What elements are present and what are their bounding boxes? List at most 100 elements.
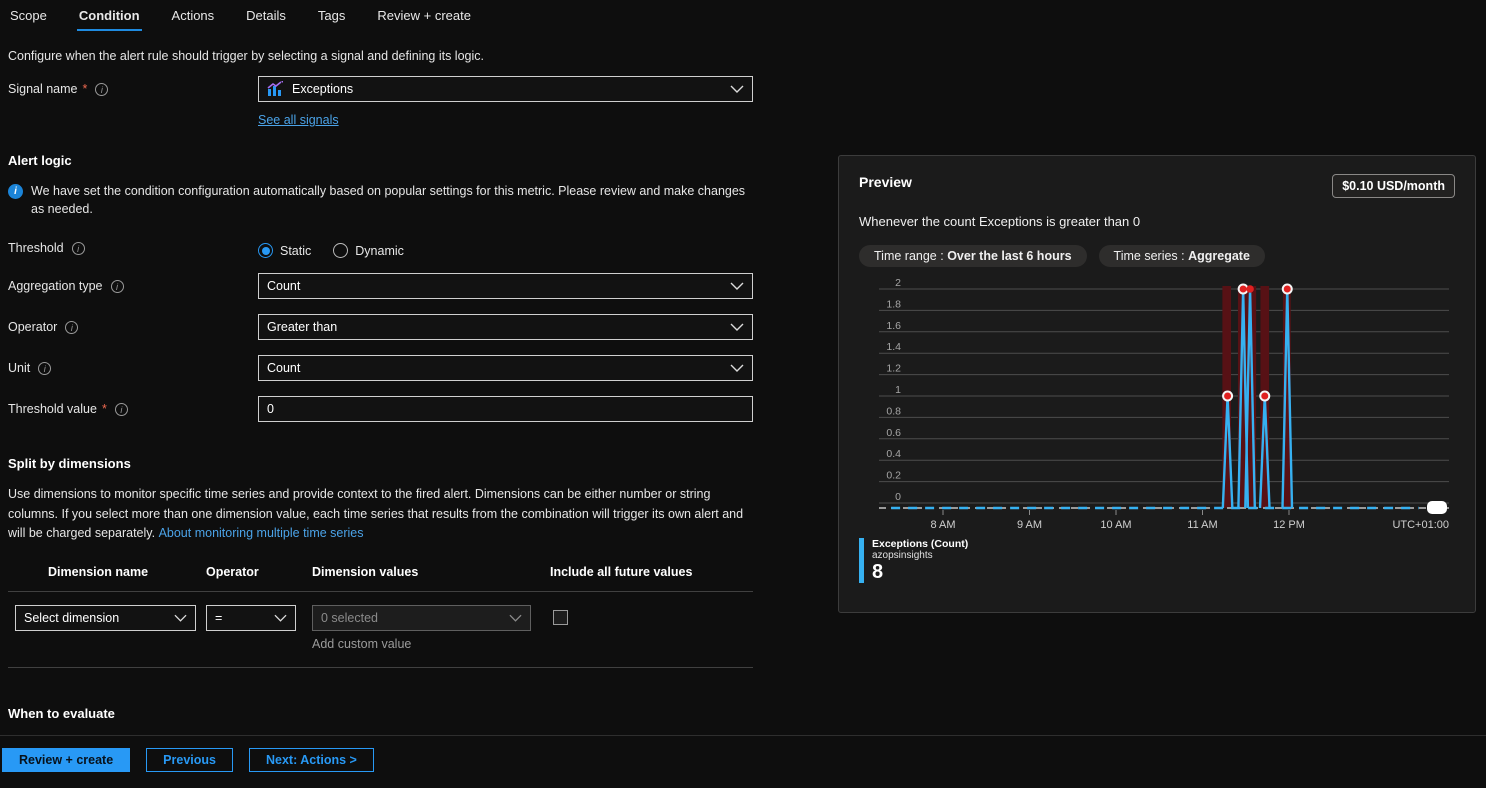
unit-label: Unit i [8,355,258,375]
aggregation-type-dropdown[interactable]: Count [258,273,753,299]
info-icon[interactable]: i [38,362,51,375]
y-tick-label: 0.2 [886,470,901,482]
dimension-operator-dropdown[interactable]: = [206,605,296,631]
legend-resource-name: azopsinsights [872,550,968,561]
page-description: Configure when the alert rule should tri… [0,31,1486,63]
y-tick-label: 1.4 [886,341,901,353]
chevron-down-icon [730,85,744,93]
next-actions-button[interactable]: Next: Actions > [249,748,374,772]
tab-strip: Scope Condition Actions Details Tags Review +… [0,0,1486,31]
x-tick-label: 12 PM [1273,519,1305,531]
x-tick-label: 8 AM [930,519,955,531]
data-point-marker [1246,285,1254,293]
info-note: i We have set the condition configuratio… [8,182,753,218]
info-icon[interactable]: i [65,321,78,334]
chip-time-series-[interactable]: Time series : Aggregate [1099,245,1265,267]
threshold-radio-static[interactable]: Static [258,243,311,258]
when-to-evaluate-heading: When to evaluate [8,706,753,721]
dimension-name-dropdown[interactable]: Select dimension [15,605,196,631]
chevron-down-icon [174,614,187,622]
preview-panel: Preview $0.10 USD/month Whenever the cou… [838,155,1476,613]
y-tick-label: 2 [895,277,901,289]
threshold-radio-dynamic[interactable]: Dynamic [333,243,404,258]
threshold-label: Threshold i [8,238,258,255]
previous-button[interactable]: Previous [146,748,233,772]
radio-label: Static [280,244,311,258]
legend-total-value: 8 [872,561,968,583]
metric-signal-icon [267,81,284,97]
divider [8,667,753,668]
time-scrub-handle[interactable] [1427,501,1447,514]
radio-icon [333,243,348,258]
data-point-marker [1223,392,1232,401]
tab-review-create[interactable]: Review + create [375,6,473,31]
y-tick-label: 0.6 [886,427,901,439]
required-asterisk: * [83,82,88,96]
add-custom-value-label[interactable]: Add custom value [312,637,550,651]
threshold-value-input[interactable]: 0 [258,396,753,422]
split-by-dimensions-heading: Split by dimensions [8,456,753,471]
timezone-label: UTC+01:00 [1392,519,1449,531]
see-all-signals-link[interactable]: See all signals [258,113,339,127]
x-tick-label: 11 AM [1187,519,1217,531]
y-tick-label: 1.6 [886,320,901,332]
radio-label: Dynamic [355,244,404,258]
tab-tags[interactable]: Tags [316,6,347,31]
metric-chart: 21.81.61.41.210.80.60.40.208 AM9 AM10 AM… [859,277,1455,536]
required-asterisk: * [102,402,107,416]
column-header-dimension-name: Dimension name [8,559,206,591]
data-point-marker [1260,392,1269,401]
column-header-include-all-future-values: Include all future values [550,559,753,591]
dimension-values-dropdown: 0 selected [312,605,531,631]
info-icon[interactable]: i [95,83,108,96]
y-tick-label: 1.8 [886,298,901,310]
y-tick-label: 1.2 [886,363,901,375]
signal-name-dropdown[interactable]: Exceptions [258,76,753,102]
chevron-down-icon [730,323,744,331]
chart-legend[interactable]: Exceptions (Count) azopsinsights 8 [859,538,1455,583]
tab-condition[interactable]: Condition [77,6,142,31]
chart-chips: Time range : Over the last 6 hours Time s… [859,245,1455,267]
preview-heading: Preview [859,174,912,190]
footer-buttons: Review + create Previous Next: Actions > [2,748,374,772]
legend-series-name: Exceptions (Count) [872,538,968,550]
chevron-down-icon [274,614,287,622]
y-tick-label: 0.4 [886,448,901,460]
chevron-down-icon [730,282,744,290]
x-tick-label: 9 AM [1017,519,1042,531]
aggregation-type-label: Aggregation type i [8,273,258,293]
dimension-table: Dimension nameOperatorDimension valuesIn… [8,559,753,668]
info-icon[interactable]: i [72,242,85,255]
signal-name-label: Signal name* i [8,76,258,96]
operator-label: Operator i [8,314,258,334]
condition-page: Scope Condition Actions Details Tags Review +… [0,0,1486,788]
condition-form: Signal name* i Exceptions [8,76,753,721]
data-point-marker [1283,285,1292,294]
about-multiple-time-series-link[interactable]: About monitoring multiple time series [159,524,364,543]
split-description: Use dimensions to monitor specific time … [8,485,753,543]
tab-actions[interactable]: Actions [170,6,217,31]
chevron-down-icon [730,364,744,372]
signal-name-value: Exceptions [292,82,353,96]
tab-details[interactable]: Details [244,6,288,31]
alert-logic-heading: Alert logic [8,153,753,168]
threshold-radio-group: Static Dynamic [258,238,753,258]
info-icon[interactable]: i [111,280,124,293]
radio-icon [258,243,273,258]
tab-scope[interactable]: Scope [8,6,49,31]
column-header-operator: Operator [206,559,312,591]
x-tick-label: 10 AM [1100,519,1131,531]
unit-dropdown[interactable]: Count [258,355,753,381]
operator-dropdown[interactable]: Greater than [258,314,753,340]
review-create-button[interactable]: Review + create [2,748,130,772]
include-future-values-checkbox[interactable] [553,610,568,625]
dimension-row: Select dimension = [8,592,753,667]
info-icon[interactable]: i [115,403,128,416]
y-tick-label: 1 [895,384,901,396]
condition-summary: Whenever the count Exceptions is greater… [859,214,1455,229]
dimension-table-header: Dimension nameOperatorDimension valuesIn… [8,559,753,591]
metric-chart-svg: 21.81.61.41.210.80.60.40.208 AM9 AM10 AM… [859,277,1457,533]
chip-time-range-[interactable]: Time range : Over the last 6 hours [859,245,1087,267]
y-tick-label: 0.8 [886,405,901,417]
info-filled-icon: i [8,184,23,199]
